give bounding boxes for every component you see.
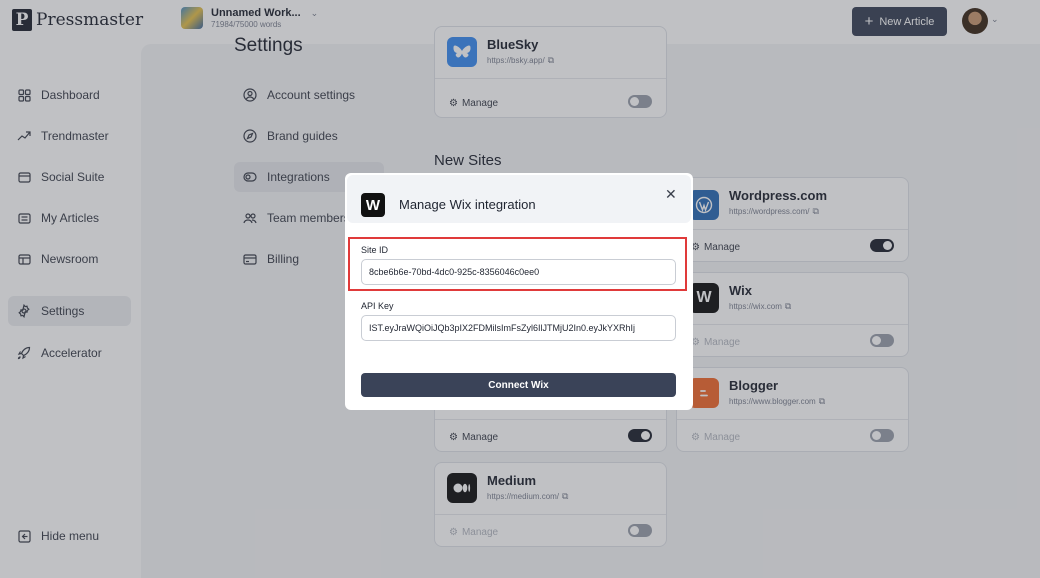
connect-wix-button[interactable]: Connect Wix <box>361 373 676 397</box>
api-key-input[interactable] <box>361 315 676 341</box>
wix-logo-icon: W <box>361 193 385 217</box>
api-key-label: API Key <box>361 301 394 311</box>
close-icon[interactable]: ✕ <box>665 186 677 203</box>
modal-header: W Manage Wix integration ✕ <box>347 175 691 223</box>
site-id-label: Site ID <box>361 245 389 255</box>
modal-title: Manage Wix integration <box>399 197 536 212</box>
site-id-input[interactable] <box>361 259 676 285</box>
manage-wix-modal: W Manage Wix integration ✕ Site ID API K… <box>345 173 693 410</box>
